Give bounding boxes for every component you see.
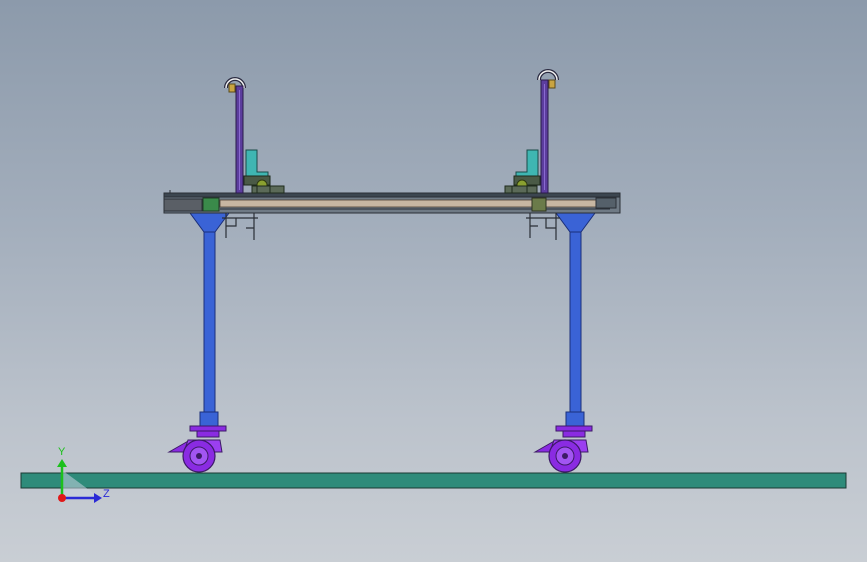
left-upright — [224, 77, 285, 194]
left-hanger-clip — [222, 213, 258, 240]
y-axis-arrow — [57, 459, 67, 467]
right-caster — [533, 425, 593, 473]
left-caster — [167, 425, 227, 473]
assembly-view[interactable]: Y Z — [0, 0, 867, 562]
frame-beam — [163, 190, 621, 214]
right-hanger-clip — [526, 213, 560, 240]
right-leg — [555, 212, 596, 427]
y-axis-label: Y — [58, 446, 66, 458]
floor-plate — [20, 472, 847, 489]
x-axis-dot — [58, 494, 66, 502]
z-axis-label: Z — [103, 488, 110, 500]
z-axis-arrow — [94, 493, 102, 503]
cad-viewport[interactable]: Y Z — [0, 0, 867, 562]
right-upright — [504, 69, 559, 194]
left-leg — [189, 212, 230, 427]
